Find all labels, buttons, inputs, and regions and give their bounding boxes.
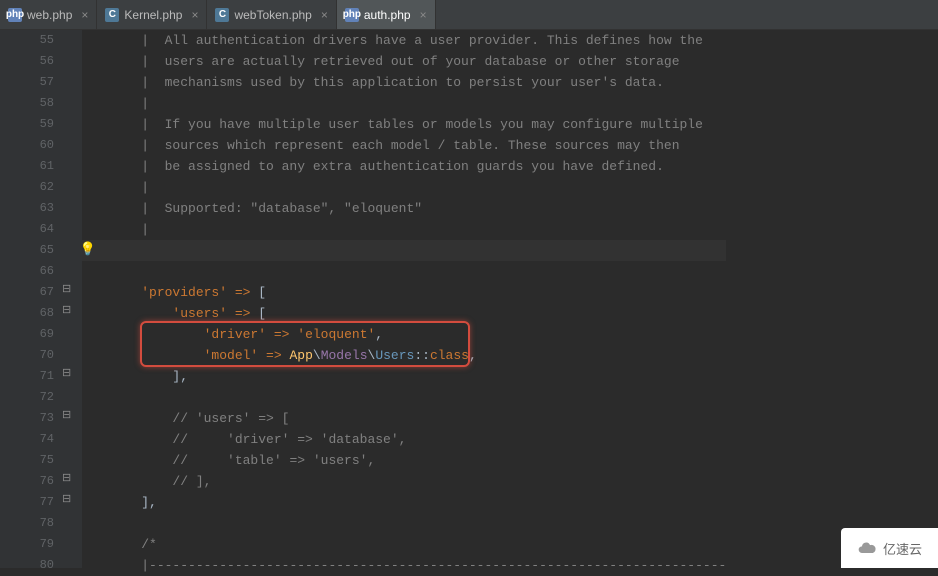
fold-icon[interactable]: ⊟ [62, 408, 71, 422]
line-number: 56 [0, 51, 54, 72]
code-editor[interactable]: ⊟ ⊟ ⊟ ⊟ ⊟ ⊟ 5556575859606162636465 💡 6667686970… [0, 30, 938, 568]
line-number: 62 [0, 177, 54, 198]
fold-icon[interactable]: ⊟ [62, 282, 71, 296]
tab-kernel-php[interactable]: C Kernel.php × [97, 0, 207, 29]
tab-label: Kernel.php [124, 8, 182, 22]
fold-icon[interactable]: ⊟ [62, 471, 71, 485]
line-number: 79 [0, 534, 54, 555]
code-line[interactable] [110, 513, 726, 534]
code-line[interactable] [110, 261, 726, 282]
code-line[interactable]: 'providers' => [ [110, 282, 726, 303]
code-line[interactable]: | If you have multiple user tables or mo… [110, 114, 726, 135]
code-line[interactable]: | sources which represent each model / t… [110, 135, 726, 156]
code-line[interactable]: ], [110, 366, 726, 387]
code-area[interactable]: | All authentication drivers have a user… [82, 30, 726, 568]
code-line[interactable]: | mechanisms used by this application to… [110, 72, 726, 93]
fold-icon[interactable]: ⊟ [62, 303, 71, 317]
intention-bulb-icon[interactable]: 💡 [80, 242, 96, 257]
watermark: 亿速云 [841, 528, 938, 568]
cloud-icon [857, 538, 877, 558]
code-line[interactable]: | Supported: "database", "eloquent" [110, 198, 726, 219]
line-number: 70 [0, 345, 54, 366]
code-line[interactable]: 'model' => App\Models\Users::class, [110, 345, 726, 366]
tab-label: web.php [27, 8, 72, 22]
code-line[interactable]: | [110, 219, 726, 240]
current-line-highlight [82, 240, 726, 261]
code-line[interactable]: | [110, 93, 726, 114]
code-line[interactable]: ], [110, 492, 726, 513]
php-file-icon: php [345, 8, 359, 22]
line-number: 59 [0, 114, 54, 135]
tab-label: auth.php [364, 8, 411, 22]
close-icon[interactable]: × [321, 8, 328, 22]
line-number: 57 [0, 72, 54, 93]
close-icon[interactable]: × [81, 8, 88, 22]
code-line[interactable]: | [110, 177, 726, 198]
line-number-gutter: ⊟⊟⊟⊟⊟⊟ 5556575859606162636465💡6667686970… [0, 30, 82, 568]
line-number: 61 [0, 156, 54, 177]
line-number: 78 [0, 513, 54, 534]
tab-auth-php[interactable]: php auth.php × [337, 0, 436, 29]
line-number: 64 [0, 219, 54, 240]
code-line[interactable] [110, 387, 726, 408]
tab-webtoken-php[interactable]: CwebToken.php × [207, 0, 336, 29]
line-number: 65 [0, 240, 54, 261]
line-number: 75 [0, 450, 54, 471]
fold-icon[interactable]: ⊟ [62, 366, 71, 380]
line-number: 73 [0, 408, 54, 429]
close-icon[interactable]: × [420, 8, 427, 22]
line-number: 80 [0, 555, 54, 576]
code-line[interactable]: | All authentication drivers have a user… [110, 30, 726, 51]
line-number: 72 [0, 387, 54, 408]
code-line[interactable]: | be assigned to any extra authenticatio… [110, 156, 726, 177]
tab-label: webToken.php [234, 8, 311, 22]
fold-icon[interactable]: ⊟ [62, 492, 71, 506]
line-number: 77 [0, 492, 54, 513]
line-number: 74 [0, 429, 54, 450]
line-number: 58 [0, 93, 54, 114]
class-file-icon: C [105, 8, 119, 22]
code-line[interactable]: // 'users' => [ [110, 408, 726, 429]
code-line[interactable]: 'driver' => 'eloquent', [110, 324, 726, 345]
line-number: 67 [0, 282, 54, 303]
line-number: 69 [0, 324, 54, 345]
php-file-icon: php [8, 8, 22, 22]
close-icon[interactable]: × [191, 8, 198, 22]
code-line[interactable]: 'users' => [ [110, 303, 726, 324]
line-number: 71 [0, 366, 54, 387]
line-number: 68 [0, 303, 54, 324]
code-line[interactable]: // ], [110, 471, 726, 492]
code-line[interactable]: |---------------------------------------… [110, 555, 726, 576]
line-number: 55 [0, 30, 54, 51]
code-line[interactable]: // 'driver' => 'database', [110, 429, 726, 450]
line-number: 76 [0, 471, 54, 492]
tab-bar: phpweb.php×CKernel.php×CwebToken.php×php… [0, 0, 938, 30]
class-file-icon: C [215, 8, 229, 22]
code-line[interactable]: /* [110, 534, 726, 555]
line-number: 66 [0, 261, 54, 282]
line-number: 63 [0, 198, 54, 219]
code-line[interactable]: // 'table' => 'users', [110, 450, 726, 471]
line-number: 60 [0, 135, 54, 156]
tab-web-php[interactable]: php web.php × [0, 0, 97, 29]
code-line[interactable]: | users are actually retrieved out of yo… [110, 51, 726, 72]
watermark-text: 亿速云 [883, 539, 922, 558]
